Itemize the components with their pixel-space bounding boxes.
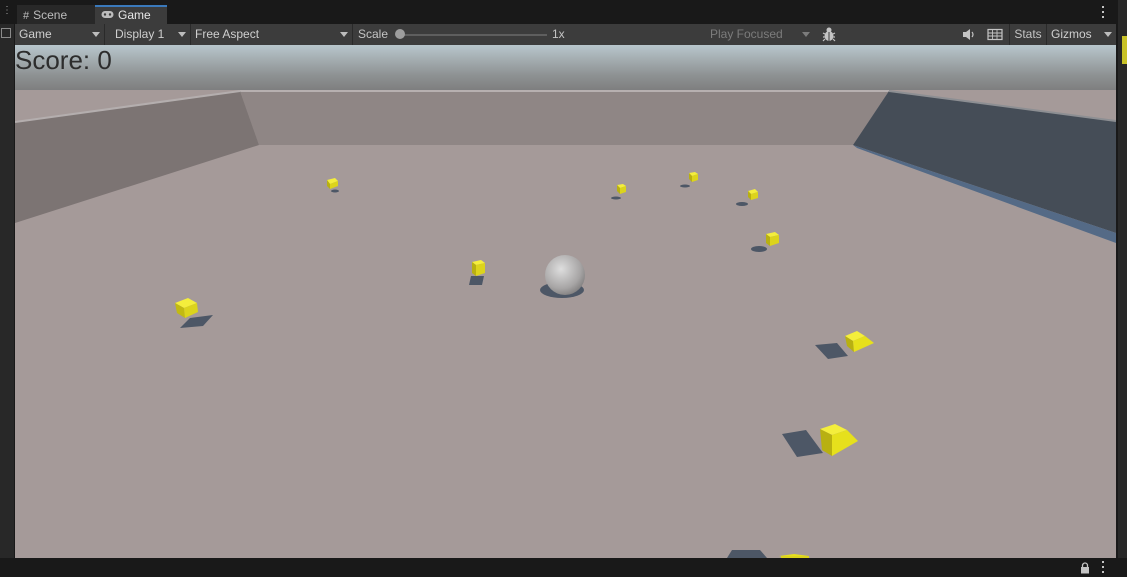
stats-button[interactable]: Stats — [1009, 24, 1046, 45]
aspect-dropdown[interactable]: Free Aspect — [191, 24, 353, 45]
gamepad-icon — [101, 8, 114, 25]
player-ball — [545, 255, 585, 295]
more-options-icon[interactable] — [1101, 561, 1105, 575]
score-label: Score: 0 — [15, 45, 112, 75]
display-dropdown[interactable]: Display 1 — [111, 24, 191, 45]
game-view-dropdown[interactable]: Game — [15, 24, 105, 45]
aspect-label: Free Aspect — [195, 27, 260, 41]
scale-value: 1x — [552, 27, 565, 41]
panel-grip-icon[interactable]: ⋮ — [2, 6, 12, 19]
inspector-tab-marker — [1122, 36, 1127, 64]
panel-icon — [1, 28, 11, 38]
left-panel-edge — [0, 24, 14, 559]
scale-slider-handle[interactable] — [395, 29, 405, 39]
game-viewport[interactable]: Score: 0 — [15, 45, 1116, 558]
audio-mute-icon[interactable] — [959, 26, 979, 43]
gizmos-dropdown[interactable]: Gizmos — [1046, 24, 1116, 45]
status-bar — [0, 558, 1127, 577]
grid-icon: # — [23, 10, 30, 22]
pickup-cube — [472, 260, 485, 276]
chevron-down-icon — [340, 32, 348, 37]
gizmos-label: Gizmos — [1051, 27, 1092, 41]
bug-icon[interactable] — [818, 26, 840, 43]
display-grid-icon[interactable] — [984, 26, 1006, 43]
scale-label: Scale — [358, 27, 389, 41]
tab-game-label: Game — [118, 8, 151, 22]
display-label: Display 1 — [115, 27, 165, 41]
pickup-cube — [748, 189, 758, 200]
tab-scene-label: Scene — [33, 8, 68, 22]
lock-icon[interactable] — [1080, 562, 1090, 574]
play-mode-label: Play Focused — [710, 27, 783, 41]
tab-game[interactable]: Game — [95, 5, 167, 24]
more-options-icon[interactable] — [1101, 6, 1105, 20]
tab-scene[interactable]: # Scene — [17, 5, 95, 24]
scale-slider-track[interactable] — [403, 34, 547, 36]
back-wall — [240, 91, 889, 145]
game-toolbar: Game Display 1 Free Aspect Scale 1x Play… — [15, 24, 1116, 46]
chevron-down-icon — [1104, 32, 1112, 37]
right-panel-edge — [1118, 0, 1127, 577]
game-view-label: Game — [19, 27, 52, 41]
tab-strip: ⋮ # Scene Game — [0, 0, 1127, 24]
play-mode-dropdown[interactable]: Play Focused — [706, 24, 814, 45]
chevron-down-icon — [178, 32, 186, 37]
chevron-down-icon — [92, 32, 100, 37]
game-scene — [15, 45, 1116, 558]
chevron-down-icon — [802, 32, 810, 37]
